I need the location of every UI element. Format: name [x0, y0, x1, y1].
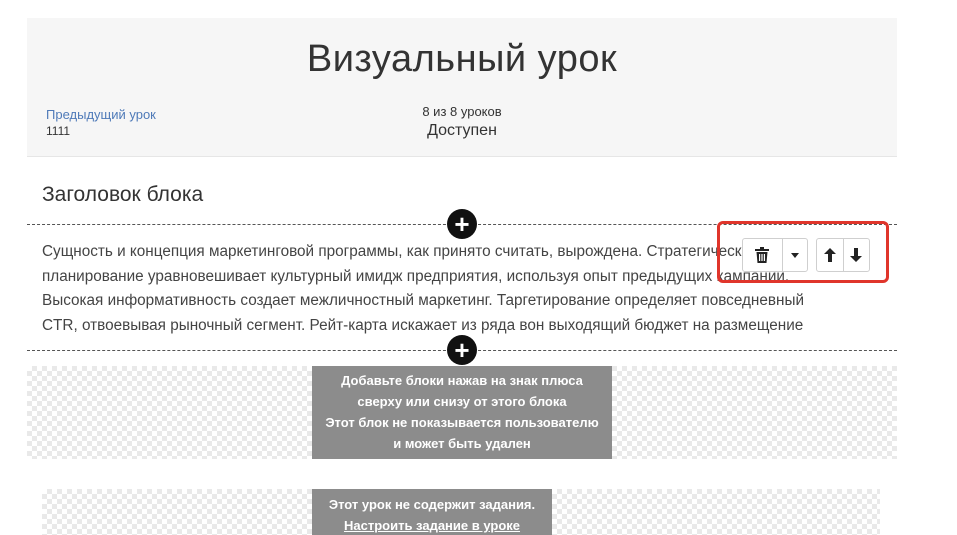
notice-line: Этот блок не показывается пользователю	[325, 415, 599, 430]
arrow-down-icon	[850, 248, 863, 262]
lesson-count: 8 из 8 уроков	[422, 104, 502, 119]
page: Визуальный урок Предыдущий урок 1111 8 и…	[0, 0, 957, 535]
block-text-line: Высокая информативность создает межлично…	[42, 292, 804, 309]
plus-icon: +	[454, 335, 470, 365]
move-block-down-button[interactable]	[842, 239, 870, 271]
add-block-below-button[interactable]: +	[447, 335, 477, 365]
caret-down-icon	[790, 252, 799, 258]
previous-lesson[interactable]: Предыдущий урок 1111	[46, 107, 156, 138]
arrow-up-icon	[823, 248, 836, 262]
add-blocks-notice: Добавьте блоки нажав на знак плюса сверх…	[312, 366, 612, 459]
notice-line: сверху или снизу от этого блока	[357, 394, 567, 409]
plus-icon: +	[454, 209, 470, 239]
delete-block-button[interactable]	[743, 239, 782, 271]
lesson-status: Доступен	[427, 122, 497, 139]
block-heading[interactable]: Заголовок блока	[42, 183, 203, 207]
page-title: Визуальный урок	[306, 38, 618, 80]
configure-task-link[interactable]: Настроить задание в уроке	[312, 515, 552, 535]
move-block-up-button[interactable]	[817, 239, 843, 271]
previous-lesson-link[interactable]: Предыдущий урок	[46, 107, 156, 122]
block-edit-toolbar	[742, 238, 808, 272]
lesson-progress: 8 из 8 уроков Доступен	[362, 104, 562, 140]
add-block-above-button[interactable]: +	[447, 209, 477, 239]
task-notice-text: Этот урок не содержит задания.	[328, 497, 536, 512]
lesson-header: Визуальный урок Предыдущий урок 1111 8 и…	[27, 18, 897, 157]
task-notice: Этот урок не содержит задания. Настроить…	[312, 489, 552, 535]
previous-lesson-name: 1111	[46, 124, 71, 138]
trash-icon	[755, 247, 770, 263]
notice-line: Добавьте блоки нажав на знак плюса	[341, 373, 583, 388]
block-move-toolbar	[816, 238, 870, 272]
block-options-dropdown[interactable]	[781, 239, 807, 271]
notice-line: и может быть удален	[393, 436, 531, 451]
